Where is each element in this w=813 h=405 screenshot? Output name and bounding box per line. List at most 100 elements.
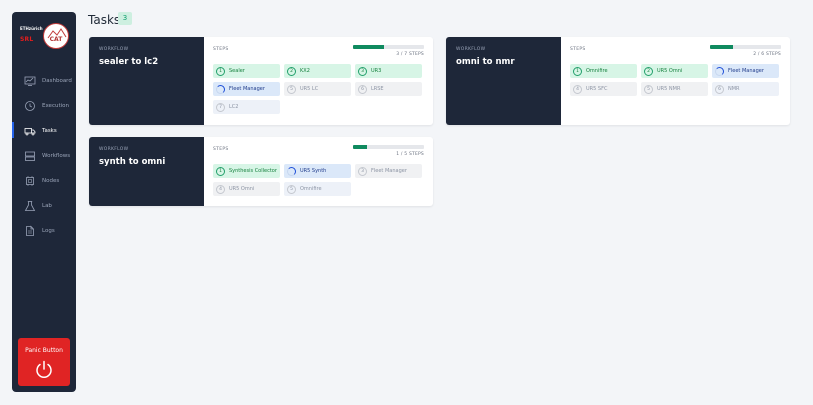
- step-number: 4: [216, 184, 225, 194]
- sidebar-item-label: Dashboard: [42, 77, 72, 84]
- workflow-label: WORKFLOW: [99, 147, 129, 152]
- progress-fill: [353, 45, 384, 49]
- sidebar-item-label: Execution: [42, 102, 69, 109]
- workflow-title: omni to nmr: [456, 57, 515, 67]
- progress-fill: [353, 145, 368, 149]
- sidebar-item-label: Lab: [42, 202, 52, 209]
- step-chip[interactable]: 5 UR5 NMR: [641, 82, 708, 96]
- step-name: Fleet Manager: [371, 168, 407, 174]
- step-number: 3: [358, 66, 367, 76]
- step-chip[interactable]: 4 UR5 Omni: [213, 182, 280, 196]
- eth-logo-text: ETHzürich: [20, 26, 43, 31]
- step-chip[interactable]: 5 Omnifire: [284, 182, 351, 196]
- flask-icon: [24, 200, 36, 212]
- truck-icon: [24, 125, 36, 137]
- sidebar-item-nodes[interactable]: Nodes: [12, 168, 76, 193]
- step-chip[interactable]: 2 UR5 Omni: [641, 64, 708, 78]
- step-name: UR5 Omni: [229, 186, 255, 192]
- steps-label: STEPS: [570, 47, 586, 52]
- sidebar-nav: Dashboard Execution Tasks Workflows Node…: [12, 68, 76, 243]
- dashboard-icon: [24, 75, 36, 87]
- step-chip[interactable]: 1 Omnifire: [570, 64, 637, 78]
- step-number: 6: [715, 84, 724, 94]
- steps-panel: STEPS 3 / 7 STEPS 1 Sealer 2 KX2 3 UR3 Fleet M…: [204, 37, 433, 125]
- srl-logo-text: SRL: [20, 36, 34, 43]
- document-icon: [24, 225, 36, 237]
- step-chip[interactable]: 5 UR5 LC: [284, 82, 351, 96]
- task-card[interactable]: WORKFLOW sealer to lc2 STEPS 3 / 7 STEPS…: [89, 37, 433, 125]
- sidebar-item-label: Workflows: [42, 152, 71, 159]
- panic-button-label: Panic Button: [25, 347, 63, 354]
- step-name: Fleet Manager: [229, 86, 265, 92]
- cat-logo-text: CAT: [49, 36, 63, 43]
- step-chip[interactable]: 4 UR5 SFC: [570, 82, 637, 96]
- step-chip[interactable]: 6 NMR: [712, 82, 779, 96]
- progress-bar: [353, 45, 424, 49]
- step-chip[interactable]: UR5 Synth: [284, 164, 351, 178]
- step-name: LC2: [229, 104, 239, 110]
- brand[interactable]: ETHzürich SRL CAT: [12, 12, 76, 56]
- panic-button[interactable]: Panic Button: [18, 338, 70, 386]
- task-count-badge: 3: [118, 12, 132, 25]
- step-chip[interactable]: 2 KX2: [284, 64, 351, 78]
- workflow-panel: WORKFLOW sealer to lc2: [89, 37, 204, 125]
- sidebar-item-dashboard[interactable]: Dashboard: [12, 68, 76, 93]
- progress-bar: [710, 45, 781, 49]
- cat-logo: CAT: [43, 23, 69, 49]
- sidebar-item-tasks[interactable]: Tasks: [12, 118, 76, 143]
- step-chip[interactable]: 7 LC2: [213, 100, 280, 114]
- steps-grid: 1 Sealer 2 KX2 3 UR3 Fleet Manager 5 UR5 LC 6 LRSE…: [213, 64, 424, 114]
- steps-grid: 1 Synthesis Collector UR5 Synth 3 Fleet Mana…: [213, 164, 424, 196]
- progress-bar: [353, 145, 424, 149]
- step-number: 5: [287, 184, 296, 194]
- steps-label: STEPS: [213, 47, 229, 52]
- step-number: 3: [358, 166, 367, 176]
- clock-icon: [24, 100, 36, 112]
- step-name: UR5 SFC: [586, 86, 608, 92]
- step-name: UR5 Synth: [300, 168, 327, 174]
- steps-grid: 1 Omnifire 2 UR5 Omni Fleet Manager 4 UR5 SFC 5…: [570, 64, 781, 96]
- workflow-title: synth to omni: [99, 157, 166, 167]
- step-number: 1: [216, 166, 225, 176]
- step-name: UR3: [371, 68, 382, 74]
- step-chip[interactable]: 1 Synthesis Collector: [213, 164, 280, 178]
- task-card[interactable]: WORKFLOW synth to omni STEPS 1 / 5 STEPS…: [89, 137, 433, 206]
- spinner-icon: [216, 84, 225, 94]
- sidebar-item-logs[interactable]: Logs: [12, 218, 76, 243]
- step-number: 1: [216, 66, 225, 76]
- steps-label: STEPS: [213, 147, 229, 152]
- step-number: 2: [644, 66, 653, 76]
- chip-icon: [24, 175, 36, 187]
- steps-panel: STEPS 1 / 5 STEPS 1 Synthesis Collector UR…: [204, 137, 433, 206]
- progress-fill: [710, 45, 734, 49]
- step-name: KX2: [300, 68, 310, 74]
- step-chip[interactable]: 3 Fleet Manager: [355, 164, 422, 178]
- sidebar-item-workflows[interactable]: Workflows: [12, 143, 76, 168]
- step-number: 1: [573, 66, 582, 76]
- step-chip[interactable]: 3 UR3: [355, 64, 422, 78]
- step-chip[interactable]: 6 LRSE: [355, 82, 422, 96]
- step-name: Omnifire: [300, 186, 322, 192]
- task-card[interactable]: WORKFLOW omni to nmr STEPS 2 / 6 STEPS 1…: [446, 37, 790, 125]
- progress-text: 1 / 5 STEPS: [396, 152, 424, 157]
- workflow-label: WORKFLOW: [99, 47, 129, 52]
- sidebar-item-label: Nodes: [42, 177, 60, 184]
- step-name: LRSE: [371, 86, 384, 92]
- spinner-icon: [287, 166, 296, 176]
- step-chip[interactable]: 1 Sealer: [213, 64, 280, 78]
- sidebar-item-execution[interactable]: Execution: [12, 93, 76, 118]
- step-number: 5: [287, 84, 296, 94]
- spinner-icon: [715, 66, 724, 76]
- workflow-icon: [24, 150, 36, 162]
- progress-text: 2 / 6 STEPS: [753, 52, 781, 57]
- step-name: UR5 NMR: [657, 86, 681, 92]
- step-chip[interactable]: Fleet Manager: [712, 64, 779, 78]
- step-number: 4: [573, 84, 582, 94]
- sidebar-item-lab[interactable]: Lab: [12, 193, 76, 218]
- step-name: UR5 LC: [300, 86, 319, 92]
- step-number: 6: [358, 84, 367, 94]
- power-icon: [34, 359, 54, 383]
- step-number: 2: [287, 66, 296, 76]
- step-number: 7: [216, 102, 225, 112]
- step-chip[interactable]: Fleet Manager: [213, 82, 280, 96]
